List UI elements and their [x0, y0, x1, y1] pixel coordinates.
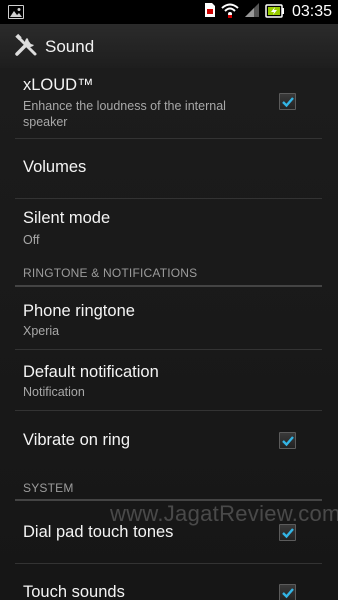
touch-sounds-setting[interactable]: Touch sounds [0, 564, 338, 600]
setting-title: Silent mode [23, 209, 111, 227]
tools-icon[interactable] [13, 33, 39, 59]
wifi-icon [221, 2, 239, 22]
setting-subtitle: Off [23, 233, 40, 247]
watermark: www.JagatReview.com [110, 501, 338, 526]
volumes-setting[interactable]: Volumes [0, 139, 338, 197]
silent-mode-setting[interactable]: Silent mode Off [0, 199, 338, 263]
section-header-ringtone: RINGTONE & NOTIFICATIONS [23, 266, 198, 280]
setting-subtitle: Enhance the loudness of the internal spe… [23, 99, 226, 129]
section-divider [15, 285, 322, 287]
gallery-notification-icon [8, 5, 24, 19]
setting-title: xLOUD™ [23, 76, 94, 94]
clock: 03:35 [291, 3, 332, 20]
vibrate-on-ring-checkbox[interactable] [279, 432, 296, 449]
setting-title: Volumes [23, 158, 87, 176]
action-bar: Sound [0, 24, 338, 68]
settings-list[interactable]: xLOUD™ Enhance the loudness of the inter… [0, 68, 338, 600]
vibrate-on-ring-setting[interactable]: Vibrate on ring [0, 411, 338, 471]
status-bar: 03:35 [0, 0, 338, 24]
default-notification-setting[interactable]: Default notification Notification [0, 350, 338, 410]
setting-title: Touch sounds [23, 583, 125, 600]
setting-title: Vibrate on ring [23, 431, 131, 449]
section-header-system: SYSTEM [23, 481, 74, 495]
touch-sounds-checkbox[interactable] [279, 584, 296, 600]
phone-ringtone-setting[interactable]: Phone ringtone Xperia [0, 288, 338, 348]
sim-card-icon [204, 2, 216, 22]
signal-icon [244, 2, 260, 22]
setting-subtitle: Xperia [23, 324, 60, 338]
xloud-setting[interactable]: xLOUD™ Enhance the loudness of the inter… [0, 68, 338, 136]
page-title: Sound [45, 37, 95, 56]
setting-title: Phone ringtone [23, 302, 135, 320]
xloud-checkbox[interactable] [279, 93, 296, 110]
battery-charging-icon [265, 3, 285, 22]
setting-title: Default notification [23, 363, 159, 381]
setting-subtitle: Notification [23, 385, 85, 399]
